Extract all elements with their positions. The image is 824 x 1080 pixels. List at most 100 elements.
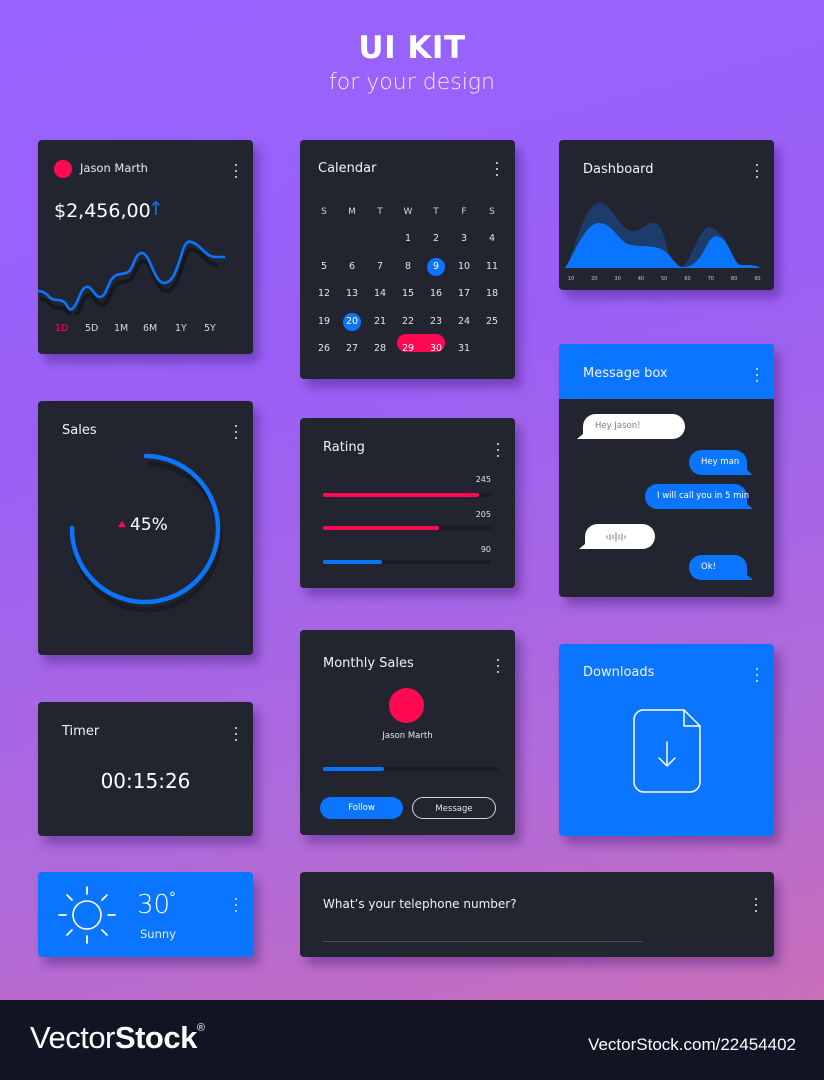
rating-bar [323, 493, 491, 497]
range-tab-1y[interactable]: 1Y [175, 323, 187, 334]
calendar-day[interactable]: 3 [450, 230, 478, 248]
monthly-sales-title: Monthly Sales [323, 656, 414, 671]
calendar-day-label: 11 [485, 260, 499, 272]
calendar-grid: S M T W T F S 1 2 3 4 5 6 7 8 9 10 11 12 13 14 15 16 17 1… [310, 198, 506, 363]
sales-percentage: 45% [130, 515, 168, 535]
calendar-day[interactable]: 31 [450, 340, 478, 358]
calendar-day[interactable]: 17 [450, 285, 478, 303]
calendar-day[interactable]: 26 [310, 340, 338, 358]
calendar-day-label: 1 [404, 233, 412, 245]
calendar-day-label: 18 [485, 288, 499, 300]
rating-bar-fill [323, 493, 480, 497]
more-options-icon[interactable] [752, 164, 762, 178]
voice-message[interactable] [585, 524, 655, 549]
calendar-day[interactable]: 22 [394, 313, 422, 331]
weekday-label: T [433, 206, 439, 217]
footer-bar: VectorStock® VectorStock.com/22454402 [0, 1000, 824, 1080]
more-options-icon[interactable] [493, 659, 503, 673]
more-options-icon[interactable] [231, 164, 241, 178]
monthly-sales-card: Monthly Sales Jason Marth Follow Message [300, 630, 515, 835]
calendar-day[interactable]: 16 [422, 285, 450, 303]
calendar-day[interactable]: 7 [366, 258, 394, 276]
more-options-icon[interactable] [231, 425, 241, 439]
message-incoming[interactable]: Hey Jason! [583, 414, 685, 439]
message-outgoing[interactable]: Hey man [689, 450, 747, 475]
calendar-day[interactable]: 4 [478, 230, 506, 248]
more-options-icon[interactable] [492, 162, 502, 176]
monthly-progress-bar [323, 767, 498, 771]
calendar-empty-cell [338, 230, 366, 248]
range-tab-1d[interactable]: 1D [55, 323, 68, 334]
calendar-day-label: 27 [345, 343, 359, 355]
message-outgoing[interactable]: Ok! [689, 555, 747, 580]
x-axis-tick-label: 70 [707, 276, 714, 282]
x-axis-tick-label: 10 [567, 276, 575, 282]
timer-card: Timer 00:15:26 [38, 702, 253, 836]
more-options-icon[interactable] [231, 727, 241, 741]
telephone-input[interactable] [323, 928, 643, 942]
rating-bar [323, 560, 491, 564]
calendar-day[interactable]: 13 [338, 285, 366, 303]
calendar-day[interactable]: 5 [310, 258, 338, 276]
calendar-day[interactable]: 20 [338, 312, 366, 331]
monthly-progress-fill [323, 767, 385, 771]
rating-title: Rating [323, 440, 365, 455]
calendar-day[interactable]: 1 [394, 230, 422, 248]
range-tab-5d[interactable]: 5D [85, 323, 98, 334]
calendar-day-label: 19 [317, 315, 331, 327]
ring-shadow [71, 461, 223, 613]
range-tab-1m[interactable]: 1M [114, 323, 128, 334]
follow-button[interactable]: Follow [320, 797, 403, 819]
calendar-day[interactable]: 27 [338, 340, 366, 358]
arrow-up-icon: ↑ [148, 198, 164, 220]
avatar [54, 160, 72, 178]
calendar-day-label: 12 [317, 288, 331, 300]
calendar-day-label: 2 [432, 233, 440, 245]
range-tab-5y[interactable]: 5Y [204, 323, 216, 334]
calendar-day[interactable]: 29 [394, 340, 422, 358]
message-box-card: Message box Hey Jason! Hey man I will ca… [559, 344, 774, 597]
calendar-day[interactable]: 2 [422, 230, 450, 248]
calendar-day[interactable]: 9 [422, 257, 450, 276]
triangle-up-icon [118, 521, 126, 527]
calendar-day-label: 3 [460, 233, 468, 245]
more-options-icon[interactable] [751, 898, 761, 912]
calendar-day[interactable]: 21 [366, 313, 394, 331]
calendar-empty-cell [366, 230, 394, 248]
calendar-day-label: 14 [373, 288, 387, 300]
telephone-question: What’s your telephone number? [323, 897, 517, 911]
rating-bar [323, 526, 491, 530]
message-outgoing[interactable]: I will call you in 5 min [645, 484, 749, 509]
calendar-day[interactable]: 23 [422, 313, 450, 331]
calendar-week-row: 19 20 21 22 23 24 25 [310, 308, 506, 336]
more-options-icon[interactable] [752, 368, 762, 382]
registered-mark: ® [196, 1022, 205, 1034]
calendar-day[interactable]: 24 [450, 313, 478, 331]
sales-card: Sales 45% [38, 401, 253, 655]
file-download-icon[interactable] [632, 708, 702, 794]
calendar-day[interactable]: 8 [394, 258, 422, 276]
degree-symbol: ° [169, 890, 176, 906]
more-options-icon[interactable] [493, 443, 503, 457]
calendar-day[interactable]: 25 [478, 313, 506, 331]
calendar-day-label: 16 [429, 288, 443, 300]
calendar-day[interactable]: 18 [478, 285, 506, 303]
calendar-day-label: 30 [429, 343, 443, 355]
range-tab-6m[interactable]: 6M [143, 323, 157, 334]
calendar-empty-cell [478, 340, 506, 358]
calendar-day[interactable]: 14 [366, 285, 394, 303]
calendar-day[interactable]: 6 [338, 258, 366, 276]
more-options-icon[interactable] [231, 898, 241, 912]
calendar-day[interactable]: 19 [310, 313, 338, 331]
calendar-day[interactable]: 12 [310, 285, 338, 303]
calendar-day[interactable]: 15 [394, 285, 422, 303]
weather-card: 30 ° Sunny [38, 872, 253, 957]
calendar-day-label: 21 [373, 315, 387, 327]
calendar-day[interactable]: 30 [422, 340, 450, 358]
message-button[interactable]: Message [412, 797, 496, 819]
calendar-day[interactable]: 10 [450, 258, 478, 276]
calendar-day[interactable]: 28 [366, 340, 394, 358]
x-axis-tick-label: 90 [754, 276, 761, 282]
more-options-icon[interactable] [752, 668, 762, 682]
calendar-day[interactable]: 11 [478, 258, 506, 276]
